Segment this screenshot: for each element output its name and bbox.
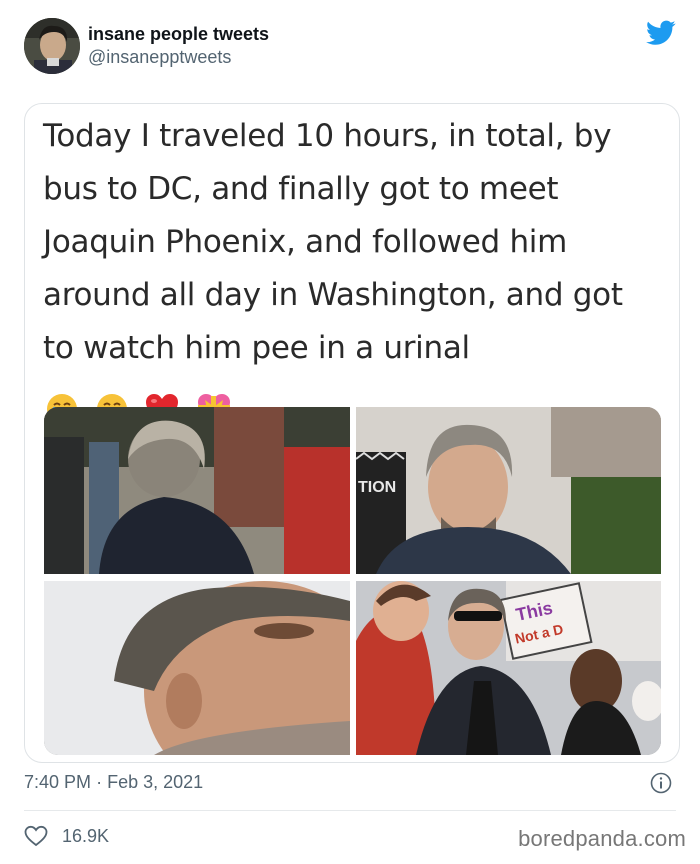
tweet-time: 7:40 PM <box>24 772 92 792</box>
photo-3[interactable] <box>44 581 350 755</box>
user-handle[interactable]: @insanepptweets <box>88 45 269 69</box>
tweet-line: Joaquin Phoenix, and followed him <box>43 224 568 260</box>
tweet-line: bus to DC, and finally got to meet <box>43 171 559 207</box>
tweet-line: to watch him pee in a urinal <box>43 330 470 366</box>
tweet-card[interactable]: Today I traveled 10 hours, in total, by … <box>24 103 680 763</box>
likes-count: 16.9K <box>62 825 110 846</box>
meta-separator: · <box>96 772 103 792</box>
twitter-bird-icon[interactable] <box>646 20 676 46</box>
tweet-timestamp[interactable]: 7:40 PM · Feb 3, 2021 <box>24 772 203 793</box>
tweet-text: Today I traveled 10 hours, in total, by … <box>43 110 663 434</box>
tweet-line: Today I traveled 10 hours, in total, by <box>43 118 612 154</box>
display-name[interactable]: insane people tweets <box>88 24 269 44</box>
profile-avatar[interactable] <box>24 18 80 74</box>
divider <box>24 810 676 811</box>
info-icon[interactable] <box>650 772 672 794</box>
banner-text: TION <box>358 479 396 496</box>
watermark: boredpanda.com <box>518 826 686 851</box>
photo-1[interactable] <box>44 407 350 574</box>
tweet-header: insane people tweets @insanepptweets <box>24 18 676 78</box>
photo-2[interactable]: TION <box>356 407 661 574</box>
tweet-date: Feb 3, 2021 <box>107 772 204 792</box>
photo-grid: TION This Not a D <box>44 407 661 755</box>
photo-4[interactable]: This Not a D <box>356 581 661 755</box>
tweet-line: around all day in Washington, and got <box>43 277 623 313</box>
like-button[interactable]: 16.9K <box>24 823 109 849</box>
heart-icon <box>24 825 48 847</box>
